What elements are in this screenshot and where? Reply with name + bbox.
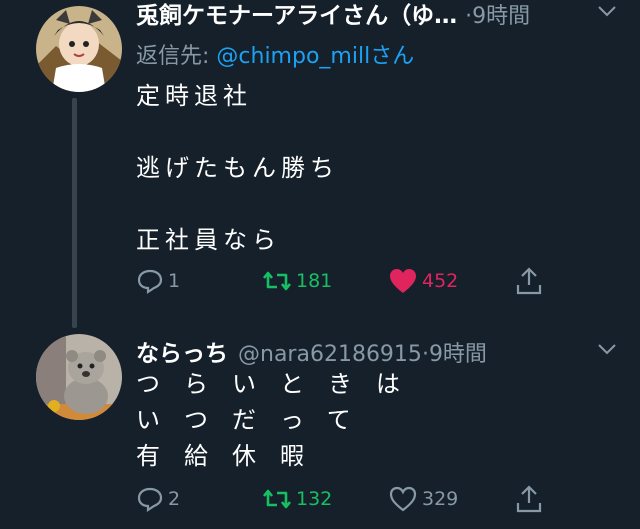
reply-to-prefix: 返信先: xyxy=(136,44,217,69)
share-button[interactable] xyxy=(514,266,544,296)
reply-icon xyxy=(137,269,163,295)
timestamp[interactable]: 9時間 xyxy=(429,336,487,368)
reply-button[interactable]: 2 xyxy=(136,484,180,514)
tweet-1[interactable]: 兎飼ケモナーアライさん（ゆ… · 9時間 返信先: @chimpo_millさん… xyxy=(0,0,640,328)
handle[interactable]: @nara62186915 xyxy=(238,342,422,367)
avatar[interactable] xyxy=(36,6,122,92)
retweet-count: 181 xyxy=(296,270,333,292)
tweet-line xyxy=(136,186,339,222)
reply-count: 2 xyxy=(168,488,181,510)
display-name[interactable]: ならっち xyxy=(136,334,228,368)
tweet-header: 兎飼ケモナーアライさん（ゆ… · 9時間 xyxy=(136,0,530,30)
like-count: 329 xyxy=(422,488,459,510)
tweet-line: 有給休暇 xyxy=(136,442,328,470)
like-count: 452 xyxy=(422,270,459,292)
tweet-line xyxy=(136,114,339,150)
retweet-button[interactable]: 181 xyxy=(262,266,332,296)
reply-button[interactable]: 1 xyxy=(136,266,180,296)
like-button[interactable]: 329 xyxy=(388,484,458,514)
tweet-line: 正社員なら xyxy=(136,226,281,254)
display-name[interactable]: 兎飼ケモナーアライさん（ゆ… xyxy=(136,0,457,30)
reply-to-suffix[interactable]: さん xyxy=(370,44,414,69)
like-button[interactable]: 452 xyxy=(388,266,458,296)
reply-icon xyxy=(137,487,163,513)
tweet-line: つらいときは xyxy=(136,370,424,398)
chevron-down-icon[interactable] xyxy=(597,342,617,356)
thread-line xyxy=(72,98,77,328)
separator-dot: · xyxy=(465,4,473,29)
share-button[interactable] xyxy=(514,484,544,514)
avatar[interactable] xyxy=(36,334,122,420)
tweet-header: ならっち @nara62186915 · 9時間 xyxy=(136,334,487,368)
retweet-button[interactable]: 132 xyxy=(262,484,332,514)
timestamp[interactable]: 9時間 xyxy=(472,0,530,30)
share-icon xyxy=(516,485,542,513)
tweet-line: 逃げたもん勝ち xyxy=(136,154,339,182)
tweet-body: つらいときは いつだって 有給休暇 xyxy=(136,366,424,474)
tweet-line: いつだって xyxy=(136,406,375,434)
tweet-2[interactable]: ならっち @nara62186915 · 9時間 つらいときは いつだって 有給… xyxy=(0,318,640,529)
reply-to: 返信先: @chimpo_millさん xyxy=(136,38,414,70)
chevron-down-icon[interactable] xyxy=(597,4,617,18)
reply-count: 1 xyxy=(168,270,181,292)
retweet-count: 132 xyxy=(296,488,333,510)
tweet-line: 定時退社 xyxy=(136,82,252,110)
retweet-icon xyxy=(262,489,292,509)
heart-outline-icon xyxy=(389,486,417,512)
tweet-body: 定時退社 逃げたもん勝ち 正社員なら xyxy=(136,78,339,258)
reply-to-handle[interactable]: @chimpo_mill xyxy=(216,44,370,69)
separator-dot: · xyxy=(421,342,429,367)
share-icon xyxy=(516,267,542,295)
heart-filled-icon xyxy=(390,269,416,293)
retweet-icon xyxy=(262,271,292,291)
